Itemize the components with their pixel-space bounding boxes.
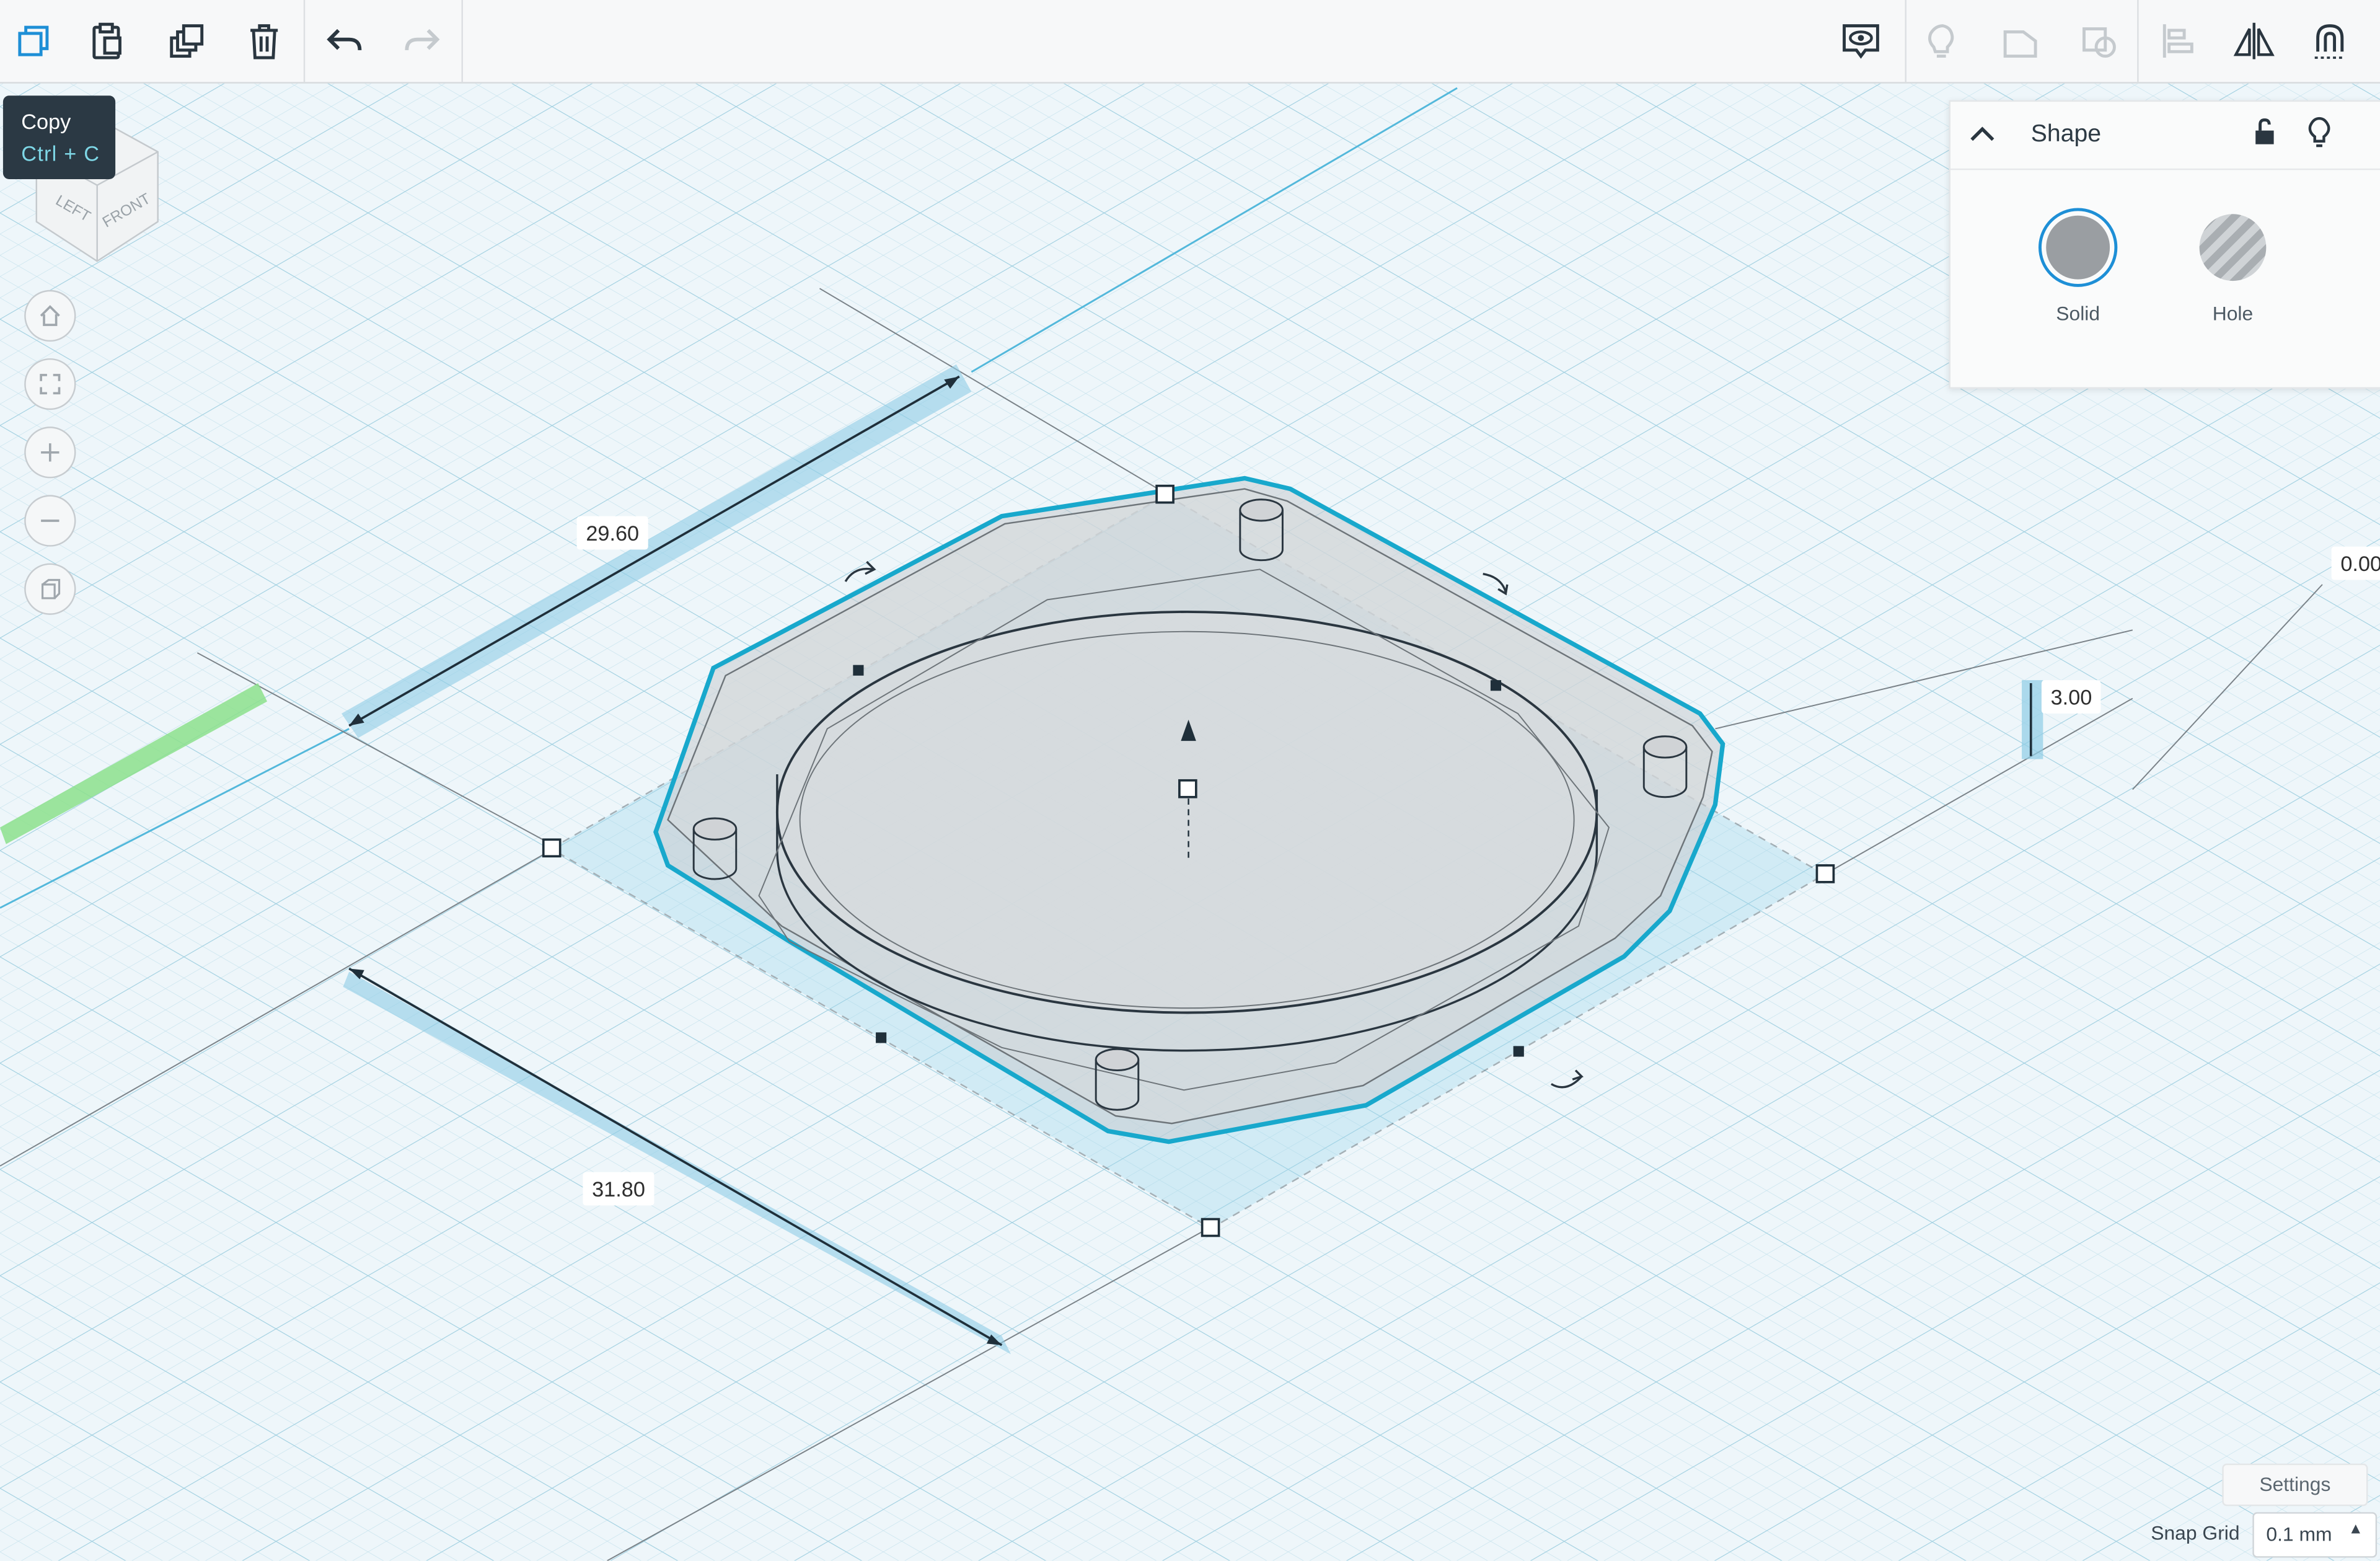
zoom-out-button[interactable] — [24, 495, 76, 547]
show-all-button[interactable] — [1829, 9, 1893, 73]
redo-icon — [405, 29, 440, 50]
undo-icon — [327, 29, 362, 50]
duplicate-button[interactable] — [155, 9, 219, 73]
elevation-dimension-label[interactable]: 0.00 — [2331, 546, 2380, 580]
snap-grid-value: 0.1 mm — [2266, 1523, 2332, 1546]
shape-panel-header: Shape — [1950, 102, 2380, 170]
settings-button[interactable]: Settings — [2222, 1463, 2368, 1506]
copy-button[interactable] — [1, 9, 65, 73]
perspective-icon — [41, 578, 61, 599]
mirror-button[interactable] — [2222, 9, 2286, 73]
copy-icon — [18, 25, 49, 56]
height-dimension-label[interactable]: 3.00 — [2041, 680, 2102, 714]
shape-inspector-panel: Shape Solid Hole — [1949, 100, 2380, 389]
length-dimension-label[interactable]: 31.80 — [583, 1172, 654, 1206]
width-dimension-label[interactable]: 29.60 — [576, 516, 648, 550]
delete-button[interactable] — [232, 9, 296, 73]
chevron-up-icon: ▲ — [2348, 1521, 2363, 1538]
tooltip-shortcut: Ctrl + C — [21, 141, 100, 166]
trash-icon — [250, 24, 278, 60]
align-button[interactable] — [2146, 9, 2210, 73]
fit-icon — [40, 374, 61, 395]
home-view-button[interactable] — [24, 290, 76, 342]
hole-button[interactable] — [2199, 214, 2267, 281]
paste-icon — [92, 22, 121, 60]
solid-swatch — [2046, 215, 2110, 280]
height-dimension-line — [2022, 680, 2043, 759]
tooltip-label: Copy — [21, 109, 71, 134]
copy-tooltip: Copy Ctrl + C — [2, 95, 116, 179]
group-icon — [2003, 30, 2037, 58]
solid-label: Solid — [2056, 302, 2100, 325]
notes-button[interactable] — [1910, 9, 1973, 73]
home-icon — [40, 305, 60, 326]
lightbulb-icon — [1928, 24, 1954, 58]
fit-view-button[interactable] — [24, 358, 76, 410]
plus-icon — [41, 443, 60, 462]
mirror-icon — [2233, 22, 2275, 60]
duplicate-icon — [170, 24, 204, 58]
hole-label: Hole — [2212, 302, 2254, 325]
solid-button[interactable] — [2038, 208, 2118, 287]
snap-grid-select[interactable]: 0.1 mm ▲ — [2252, 1512, 2378, 1558]
lock-icon[interactable] — [2251, 117, 2278, 148]
paste-button[interactable] — [76, 9, 139, 73]
undo-button[interactable] — [312, 9, 376, 73]
show-all-icon — [1843, 24, 1879, 59]
align-icon — [2162, 24, 2193, 58]
snap-grid-label: Snap Grid — [2151, 1521, 2240, 1544]
group-button[interactable] — [1988, 9, 2052, 73]
magnet-icon — [2314, 24, 2345, 59]
ungroup-icon — [2082, 27, 2116, 58]
zoom-in-button[interactable] — [24, 427, 76, 479]
cruise-button[interactable] — [2298, 9, 2362, 73]
lightbulb-icon[interactable] — [2306, 115, 2333, 149]
redo-button[interactable] — [390, 9, 454, 73]
top-toolbar — [0, 0, 2380, 84]
shape-panel-title: Shape — [2030, 121, 2102, 148]
perspective-toggle-button[interactable] — [24, 563, 76, 615]
minus-icon — [41, 520, 60, 522]
ungroup-button[interactable] — [2068, 9, 2131, 73]
chevron-up-icon[interactable] — [1968, 123, 1996, 144]
